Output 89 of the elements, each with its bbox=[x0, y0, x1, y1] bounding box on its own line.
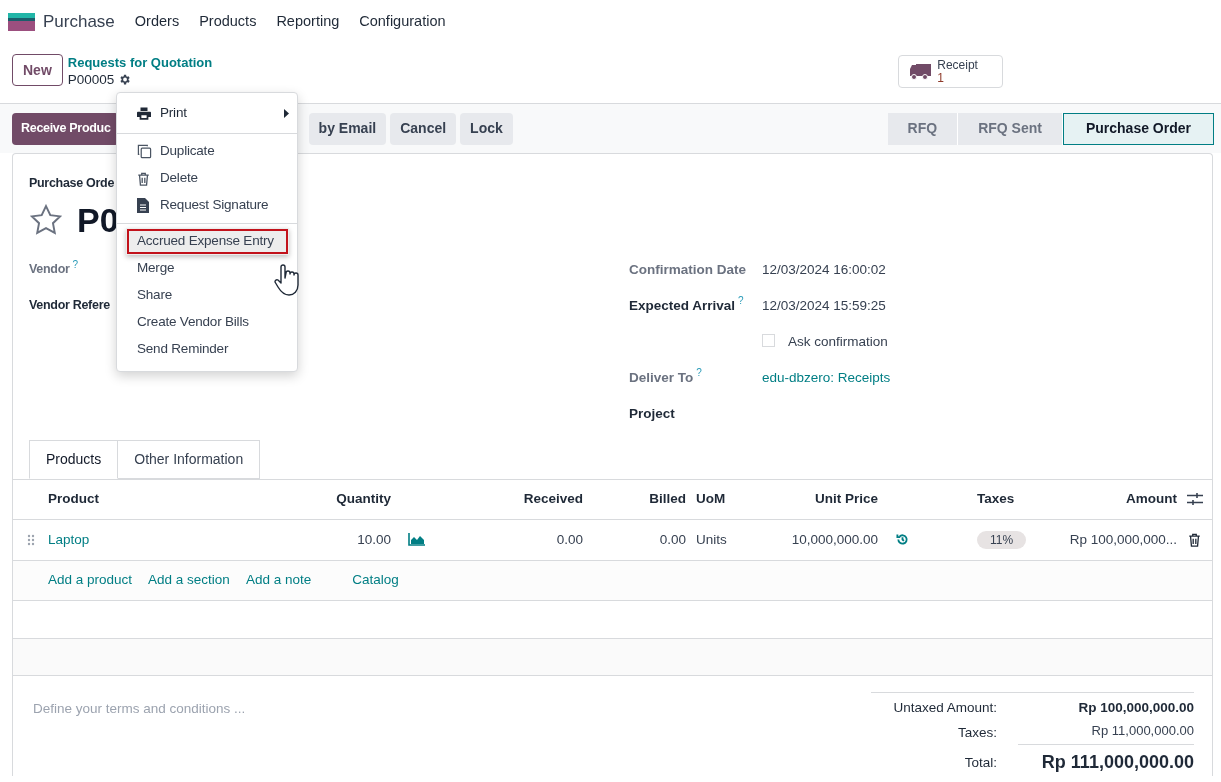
action-button[interactable]: Cancel bbox=[390, 112, 457, 145]
trash-icon bbox=[137, 171, 150, 186]
star-icon[interactable] bbox=[29, 204, 63, 237]
action-button[interactable]: by Email bbox=[308, 112, 387, 145]
app-title[interactable]: Purchase bbox=[43, 9, 115, 35]
column-header[interactable]: Received bbox=[523, 489, 583, 510]
column-header[interactable]: Unit Price bbox=[814, 489, 878, 510]
total-label: Total: bbox=[963, 754, 997, 773]
settings-icon[interactable] bbox=[118, 73, 132, 86]
menu-item-label: Share bbox=[137, 286, 173, 305]
order-number: P0 bbox=[77, 199, 119, 241]
field-label: Confirmation Date bbox=[629, 260, 746, 279]
menu-item[interactable]: Accrued Expense Entry bbox=[126, 228, 289, 255]
total-label: Taxes: bbox=[956, 724, 997, 743]
notebook-tab[interactable]: Other Information bbox=[118, 439, 261, 479]
column-header[interactable]: Amount bbox=[1126, 489, 1177, 510]
field-label: Vendor bbox=[29, 260, 70, 278]
action-button[interactable]: Receive Produc bbox=[12, 112, 119, 145]
notebook-tab[interactable]: Products bbox=[29, 439, 119, 479]
menu-item-label: Request Signature bbox=[160, 196, 269, 215]
add-line-link[interactable]: Add a section bbox=[148, 570, 230, 591]
menu-item-label: Print bbox=[160, 103, 187, 122]
field-label: Expected Arrival bbox=[629, 296, 736, 315]
document-icon bbox=[137, 198, 149, 213]
receipt-stat-button[interactable]: Receipt 1 bbox=[898, 55, 1004, 88]
printer-icon bbox=[137, 106, 151, 120]
field-label: Deliver To bbox=[629, 368, 694, 387]
menu-item-label: Duplicate bbox=[160, 142, 215, 161]
status-stage[interactable]: Purchase Order bbox=[1062, 112, 1214, 145]
menu-item[interactable]: Request Signature bbox=[117, 192, 297, 219]
add-line-link[interactable]: Add a product bbox=[48, 570, 133, 591]
menu-item-label: Create Vendor Bills bbox=[137, 313, 249, 332]
record-name: P00005 bbox=[67, 71, 115, 88]
table-cell-text: 10.00 bbox=[357, 530, 391, 549]
field-label: Vendor Refere bbox=[29, 296, 110, 314]
field-label: Purchase Orde bbox=[29, 175, 115, 192]
nav-menu-item[interactable]: Configuration bbox=[359, 11, 446, 33]
menu-item[interactable]: Send Reminder bbox=[117, 336, 297, 363]
stat-label: Receipt bbox=[937, 58, 978, 72]
field-link[interactable]: edu-dbzero: Receipts bbox=[762, 367, 891, 388]
tax-tag: 11% bbox=[977, 530, 1027, 549]
menu-item-label: Send Reminder bbox=[137, 340, 229, 359]
column-settings-icon[interactable] bbox=[1186, 492, 1203, 507]
nav-menu-item[interactable]: Products bbox=[199, 11, 257, 33]
add-line-link[interactable]: Add a note bbox=[245, 570, 312, 591]
total-value: Rp 11,000,000.00 bbox=[1090, 722, 1194, 740]
status-stage[interactable]: RFQ bbox=[887, 112, 959, 145]
column-header[interactable]: Billed bbox=[649, 489, 686, 510]
column-header[interactable]: Taxes bbox=[967, 489, 1041, 510]
stat-value: 1 bbox=[937, 71, 944, 85]
trash-icon bbox=[1188, 532, 1201, 547]
app-logo-icon[interactable] bbox=[8, 13, 35, 31]
product-link[interactable]: Laptop bbox=[48, 529, 301, 550]
add-line-link[interactable]: Catalog bbox=[352, 570, 399, 591]
breadcrumb-link[interactable]: Requests for Quotation bbox=[67, 54, 213, 71]
checkbox[interactable] bbox=[762, 333, 775, 347]
table-cell-text: Rp 100,000,000... bbox=[1069, 530, 1177, 549]
truck-icon bbox=[910, 63, 932, 80]
table-cell-text: 10,000,000.00 bbox=[791, 530, 878, 549]
menu-item-label: Accrued Expense Entry bbox=[137, 232, 274, 251]
field-value: 12/03/2024 15:59:25 bbox=[762, 296, 886, 315]
menu-item[interactable]: Print bbox=[117, 97, 297, 129]
field-label: Project bbox=[629, 404, 675, 423]
nav-menu-item[interactable]: Orders bbox=[134, 11, 180, 33]
table-cell-text: 0.00 bbox=[556, 530, 583, 549]
menu-item[interactable]: Delete bbox=[117, 165, 297, 192]
total-label: Untaxed Amount: bbox=[892, 698, 997, 717]
table-cell-text: Units bbox=[695, 530, 728, 549]
column-header[interactable]: Quantity bbox=[336, 489, 391, 510]
area-chart-icon[interactable] bbox=[407, 533, 425, 547]
copy-icon bbox=[137, 144, 152, 159]
field-value: 12/03/2024 16:00:02 bbox=[762, 260, 886, 279]
column-header[interactable]: UoM bbox=[686, 489, 761, 510]
history-icon[interactable] bbox=[896, 533, 909, 547]
menu-item-label: Merge bbox=[137, 259, 175, 278]
drag-handle-icon[interactable] bbox=[26, 533, 35, 546]
checkbox-label: Ask confirmation bbox=[788, 332, 888, 351]
nav-menu-item[interactable]: Reporting bbox=[276, 11, 340, 33]
caret-icon bbox=[284, 108, 289, 118]
menu-item[interactable]: Duplicate bbox=[117, 138, 297, 165]
action-button[interactable]: Lock bbox=[460, 112, 513, 145]
total-value: Rp 111,000,000.00 bbox=[1018, 743, 1194, 776]
status-stage[interactable]: RFQ Sent bbox=[958, 112, 1063, 145]
new-button[interactable]: New bbox=[12, 54, 63, 86]
table-cell-text: 0.00 bbox=[659, 530, 686, 549]
total-value: Rp 100,000,000.00 bbox=[1077, 698, 1194, 717]
menu-item-label: Delete bbox=[160, 169, 198, 188]
column-header[interactable]: Product bbox=[48, 489, 301, 510]
menu-item[interactable]: Create Vendor Bills bbox=[117, 309, 297, 336]
